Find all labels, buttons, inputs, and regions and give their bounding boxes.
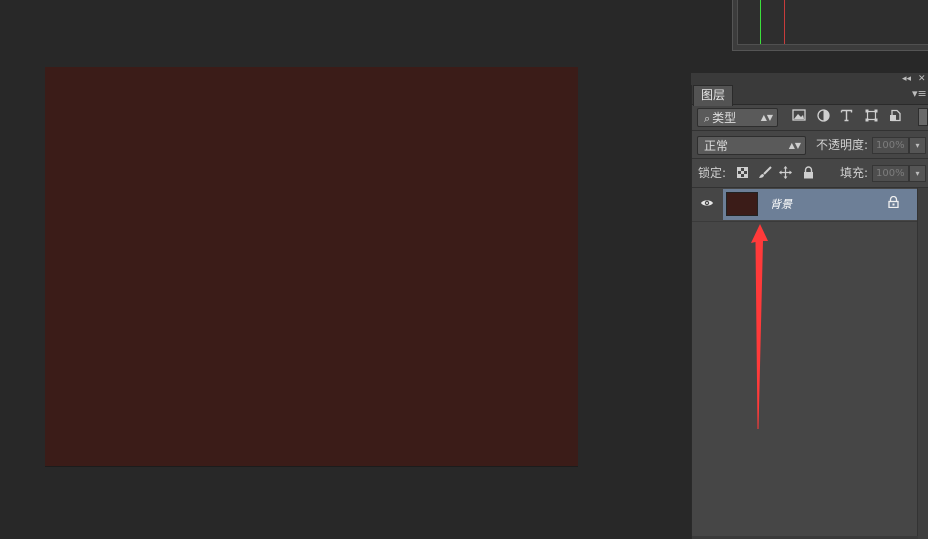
filter-toggle-switch[interactable] (918, 108, 928, 126)
smart-object-filter-icon[interactable] (887, 109, 903, 125)
select-arrow-icon: ▲▼ (788, 141, 801, 150)
lock-position-icon[interactable] (777, 166, 793, 182)
layer-name[interactable]: 背景 (770, 196, 792, 212)
layer-filter-select[interactable]: ⌕ 类型 ▲▼ (697, 108, 778, 127)
blend-mode-value: 正常 (704, 139, 729, 153)
fill-dropdown-icon[interactable]: ▾ (909, 165, 926, 182)
shape-filter-icon[interactable] (863, 109, 879, 125)
divider (692, 221, 918, 222)
layer-thumbnail[interactable] (726, 192, 758, 216)
layer-visibility-toggle[interactable] (692, 189, 722, 220)
panel-menu-icon[interactable]: ▾≡ (912, 87, 927, 100)
opacity-input[interactable]: 100% (872, 137, 909, 154)
lock-transparent-pixels-icon[interactable] (734, 166, 750, 182)
divider (692, 130, 928, 131)
navigator-green-guide (760, 0, 761, 44)
layer-lock-icon (888, 195, 899, 211)
annotation-arrow (751, 224, 768, 429)
adjustment-filter-icon[interactable] (815, 109, 831, 125)
search-icon: ⌕ (704, 112, 711, 125)
eye-icon (701, 200, 713, 206)
opacity-label: 不透明度: (816, 138, 869, 152)
lock-label: 锁定: (698, 166, 727, 180)
divider (692, 158, 928, 159)
type-filter-icon[interactable] (838, 109, 854, 125)
blend-mode-select[interactable]: 正常 ▲▼ (697, 136, 806, 155)
navigator-red-guide (784, 0, 785, 44)
lock-all-icon[interactable] (800, 166, 816, 182)
fill-input[interactable]: 100% (872, 165, 909, 182)
fill-label: 填充: (840, 166, 869, 180)
select-arrow-icon: ▲▼ (760, 113, 773, 122)
navigator-preview (737, 0, 928, 45)
layers-scrollbar[interactable] (917, 188, 928, 539)
divider (692, 187, 928, 188)
tab-layers[interactable]: 图层 (693, 85, 733, 106)
filter-select-value: 类型 (712, 111, 737, 125)
close-panel-icon[interactable]: ✕ (918, 74, 926, 84)
collapse-panel-icon[interactable]: ◂◂ (902, 74, 911, 84)
image-filter-icon[interactable] (791, 109, 807, 125)
lock-image-pixels-icon[interactable] (757, 166, 773, 182)
opacity-dropdown-icon[interactable]: ▾ (909, 137, 926, 154)
document-canvas[interactable] (45, 67, 578, 466)
